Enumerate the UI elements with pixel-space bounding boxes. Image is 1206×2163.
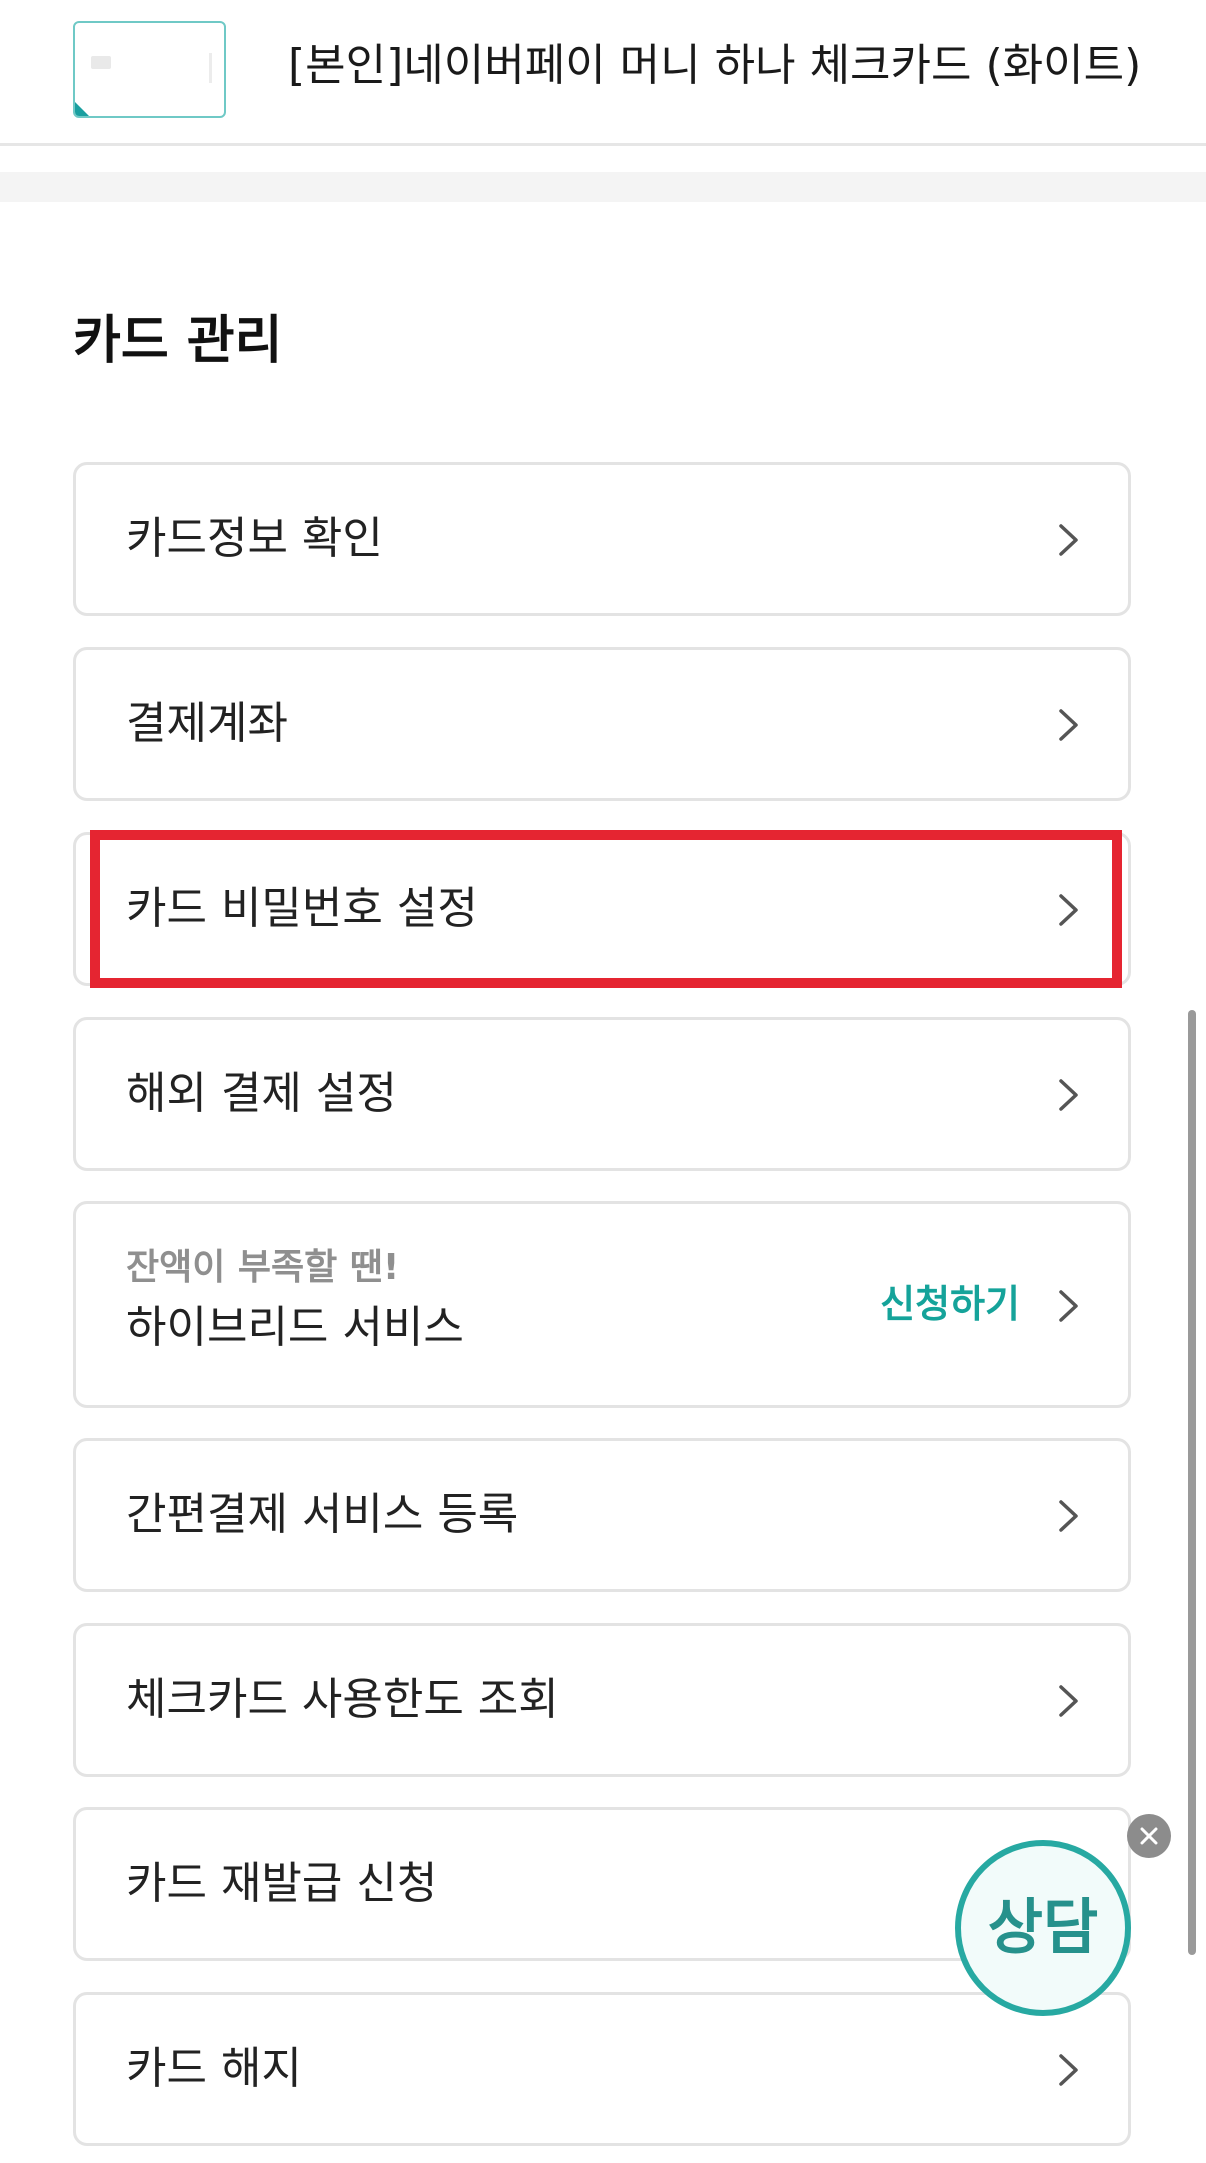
menu-item-sublabel: 잔액이 부족할 땐! (126, 1247, 400, 1288)
card-corner-accent (75, 102, 89, 116)
menu-item-card-password[interactable]: 카드 비밀번호 설정 (73, 832, 1131, 986)
chevron-right-icon (1059, 1500, 1078, 1532)
chevron-right-icon (1059, 1079, 1078, 1111)
section-divider (0, 172, 1206, 202)
menu-item-label: 카드정보 확인 (126, 513, 383, 564)
menu-item-label: 체크카드 사용한도 조회 (126, 1674, 559, 1725)
menu-item-easy-payment[interactable]: 간편결제 서비스 등록 (73, 1438, 1131, 1592)
chevron-right-icon (1059, 1290, 1078, 1322)
consult-close-button[interactable] (1127, 1814, 1171, 1858)
menu-item-label: 카드 재발급 신청 (126, 1858, 438, 1909)
close-icon (1140, 1827, 1158, 1845)
chevron-right-icon (1059, 1685, 1078, 1717)
menu-item-card-info[interactable]: 카드정보 확인 (73, 462, 1131, 616)
chevron-right-icon (1059, 709, 1078, 741)
menu-item-card-cancel[interactable]: 카드 해지 (73, 1992, 1131, 2146)
menu-item-payment-account[interactable]: 결제계좌 (73, 647, 1131, 801)
menu-item-label: 해외 결제 설정 (126, 1068, 397, 1119)
menu-item-overseas-payment[interactable]: 해외 결제 설정 (73, 1017, 1131, 1171)
chevron-right-icon (1059, 2054, 1078, 2086)
card-chip-icon (91, 56, 111, 69)
scrollbar[interactable] (1188, 1010, 1196, 1955)
consult-button[interactable]: 상담 (955, 1840, 1131, 2016)
apply-link[interactable]: 신청하기 (880, 1278, 1020, 1330)
chevron-right-icon (1059, 894, 1078, 926)
menu-item-label: 카드 해지 (126, 2043, 302, 2094)
menu-item-label: 하이브리드 서비스 (126, 1302, 464, 1353)
menu-item-label: 간편결제 서비스 등록 (126, 1489, 519, 1540)
card-thumbnail-image (73, 21, 226, 118)
chevron-right-icon (1059, 524, 1078, 556)
menu-item-label: 카드 비밀번호 설정 (126, 883, 478, 934)
menu-item-usage-limit[interactable]: 체크카드 사용한도 조회 (73, 1623, 1131, 1777)
menu-item-label: 결제계좌 (126, 698, 288, 749)
card-header-row[interactable]: [본인]네이버페이 머니 하나 체크카드 (화이트) (0, 0, 1206, 146)
section-title: 카드 관리 (73, 311, 283, 371)
card-name: [본인]네이버페이 머니 하나 체크카드 (화이트) (288, 40, 1142, 91)
menu-item-hybrid-service[interactable]: 잔액이 부족할 땐! 하이브리드 서비스 신청하기 (73, 1201, 1131, 1408)
card-brand-mark (209, 53, 212, 83)
